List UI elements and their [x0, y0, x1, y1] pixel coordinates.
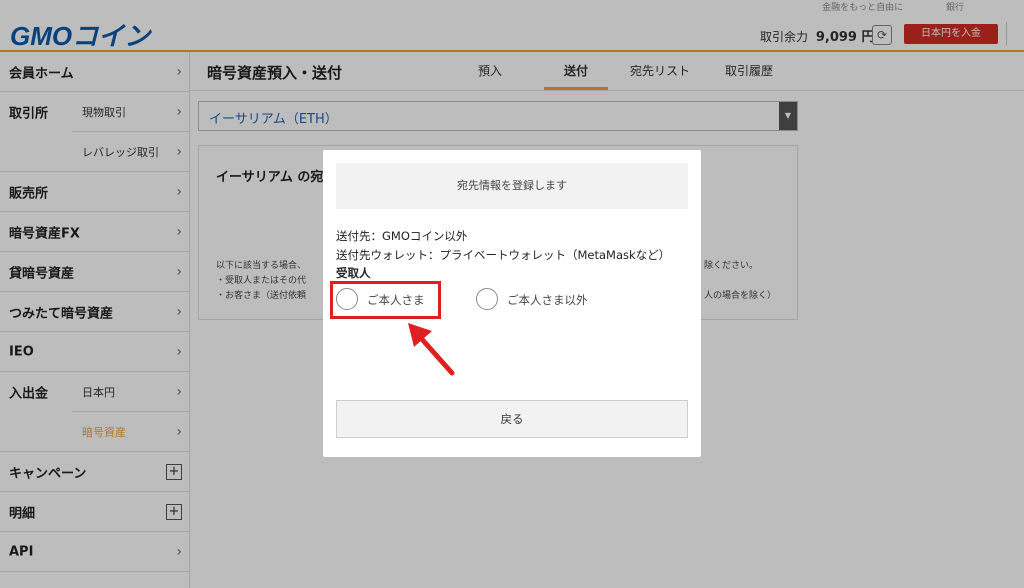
- back-button[interactable]: 戻る: [336, 400, 688, 438]
- recipient-label: 受取人: [336, 266, 371, 280]
- modal-header: 宛先情報を登録します: [336, 163, 688, 209]
- highlight-annotation: [330, 281, 441, 319]
- annotation-arrow-icon: [408, 323, 455, 376]
- radio-label: ご本人さま以外: [507, 293, 588, 307]
- wallet-text: 送付先ウォレット：プライベートウォレット（MetaMaskなど）: [336, 248, 671, 262]
- register-destination-modal: 宛先情報を登録します 送付先：GMOコイン以外 送付先ウォレット：プライベートウ…: [323, 150, 701, 457]
- radio-circle-icon[interactable]: [476, 288, 498, 310]
- destination-text: 送付先：GMOコイン以外: [336, 229, 468, 243]
